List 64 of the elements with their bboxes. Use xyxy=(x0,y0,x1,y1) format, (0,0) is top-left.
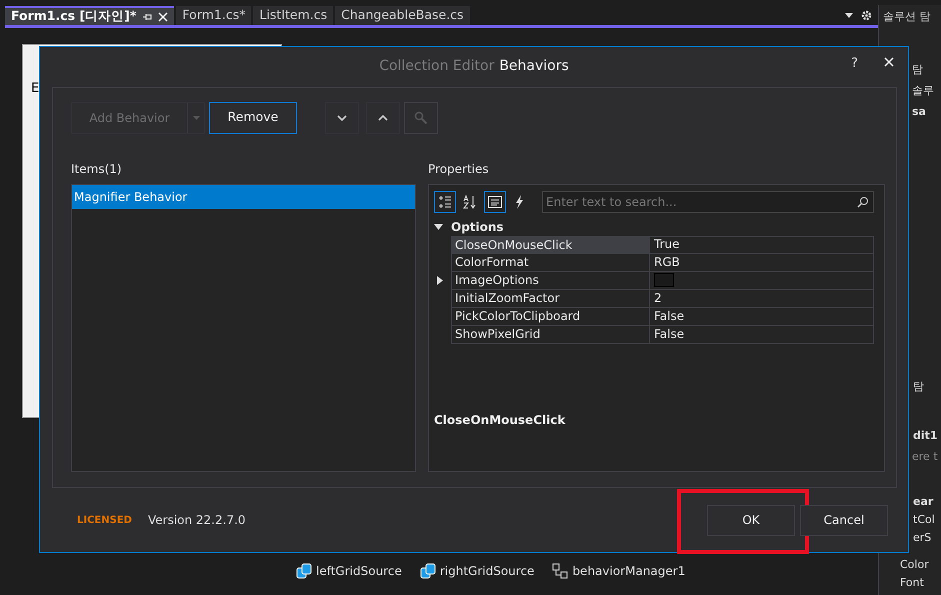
property-name[interactable]: tCol xyxy=(913,513,935,526)
version-label: Version 22.2.7.0 xyxy=(148,512,246,530)
settings-icon[interactable] xyxy=(861,10,872,21)
property-name[interactable]: ColorFormat xyxy=(452,254,650,271)
document-tab[interactable]: ListItem.cs xyxy=(253,6,334,25)
pin-icon[interactable] xyxy=(142,12,152,22)
property-name[interactable]: erS xyxy=(913,531,932,544)
property-name[interactable]: Font xyxy=(900,576,924,589)
view-toggle-button[interactable] xyxy=(434,190,456,213)
property-name[interactable]: Color xyxy=(900,558,929,571)
remove-button[interactable]: Remove xyxy=(209,102,297,134)
search-field[interactable]: Enter text to search... xyxy=(542,190,874,213)
caret-icon xyxy=(192,116,200,120)
property-value[interactable]: 2 xyxy=(650,290,873,307)
dropdown-icon[interactable] xyxy=(845,13,853,18)
database-icon xyxy=(420,563,436,579)
component-item[interactable]: rightGridSource xyxy=(420,562,534,580)
document-tab[interactable]: Form1.cs* xyxy=(176,6,252,25)
dialog-button[interactable]: OK xyxy=(707,504,795,536)
property-value[interactable]: True xyxy=(650,236,873,253)
items-label: Items(1) xyxy=(71,160,123,178)
list-item[interactable]: Magnifier Behavior xyxy=(72,184,415,209)
collapse-arrow-icon[interactable] xyxy=(434,224,443,230)
expand-arrow-icon[interactable] xyxy=(437,276,443,286)
property-pages-icon xyxy=(487,194,503,210)
color-swatch[interactable] xyxy=(654,273,674,288)
document-tab[interactable]: ChangeableBase.cs xyxy=(335,6,470,25)
property-value[interactable]: False xyxy=(650,326,873,343)
dialog-title-prefix: Collection Editor xyxy=(379,57,494,76)
search-icon xyxy=(857,196,869,208)
sort-icon xyxy=(462,194,478,210)
description-title: CloseOnMouseClick xyxy=(434,412,566,430)
panel-tab[interactable]: 탐 xyxy=(913,380,924,393)
component-item[interactable]: leftGridSource xyxy=(296,562,402,580)
property-name[interactable]: CloseOnMouseClick xyxy=(452,236,650,253)
document-tab[interactable]: Form1.cs [디자인]* xyxy=(5,6,174,25)
component-item[interactable]: behaviorManager1 xyxy=(552,562,686,580)
view-toggle-button[interactable] xyxy=(484,190,506,213)
search-icon xyxy=(414,110,428,125)
database-icon xyxy=(296,563,312,579)
property-name[interactable]: ear xyxy=(913,495,934,508)
tree-item[interactable]: 탐 xyxy=(912,63,923,76)
property-name[interactable]: ShowPixelGrid xyxy=(452,326,650,343)
property-value[interactable]: RGB xyxy=(650,254,873,271)
property-value[interactable]: False xyxy=(650,308,873,325)
help-button[interactable]: ? xyxy=(847,57,862,70)
object-name: dit1 xyxy=(913,429,938,442)
categorized-icon xyxy=(437,194,453,210)
category-label: Options xyxy=(451,219,504,236)
property-name[interactable]: InitialZoomFactor xyxy=(452,290,650,307)
chevron-up-icon xyxy=(378,114,388,121)
menu-text: E xyxy=(30,80,40,98)
tree-item[interactable]: sa xyxy=(912,105,926,118)
close-icon[interactable] xyxy=(884,57,894,67)
panel-tab[interactable]: 솔루션 탐 xyxy=(883,10,930,23)
search-field[interactable]: ere t xyxy=(912,450,938,463)
chevron-down-icon xyxy=(337,114,347,121)
properties-label: Properties xyxy=(428,160,490,178)
property-name[interactable]: PickColorToClipboard xyxy=(452,308,650,325)
dialog-title: Behaviors xyxy=(499,57,569,76)
license-label: LICENSED xyxy=(77,514,132,528)
dialog-button[interactable]: Cancel xyxy=(800,504,888,536)
diagram-icon xyxy=(552,563,568,579)
tree-item[interactable]: 솔루 xyxy=(912,84,934,97)
